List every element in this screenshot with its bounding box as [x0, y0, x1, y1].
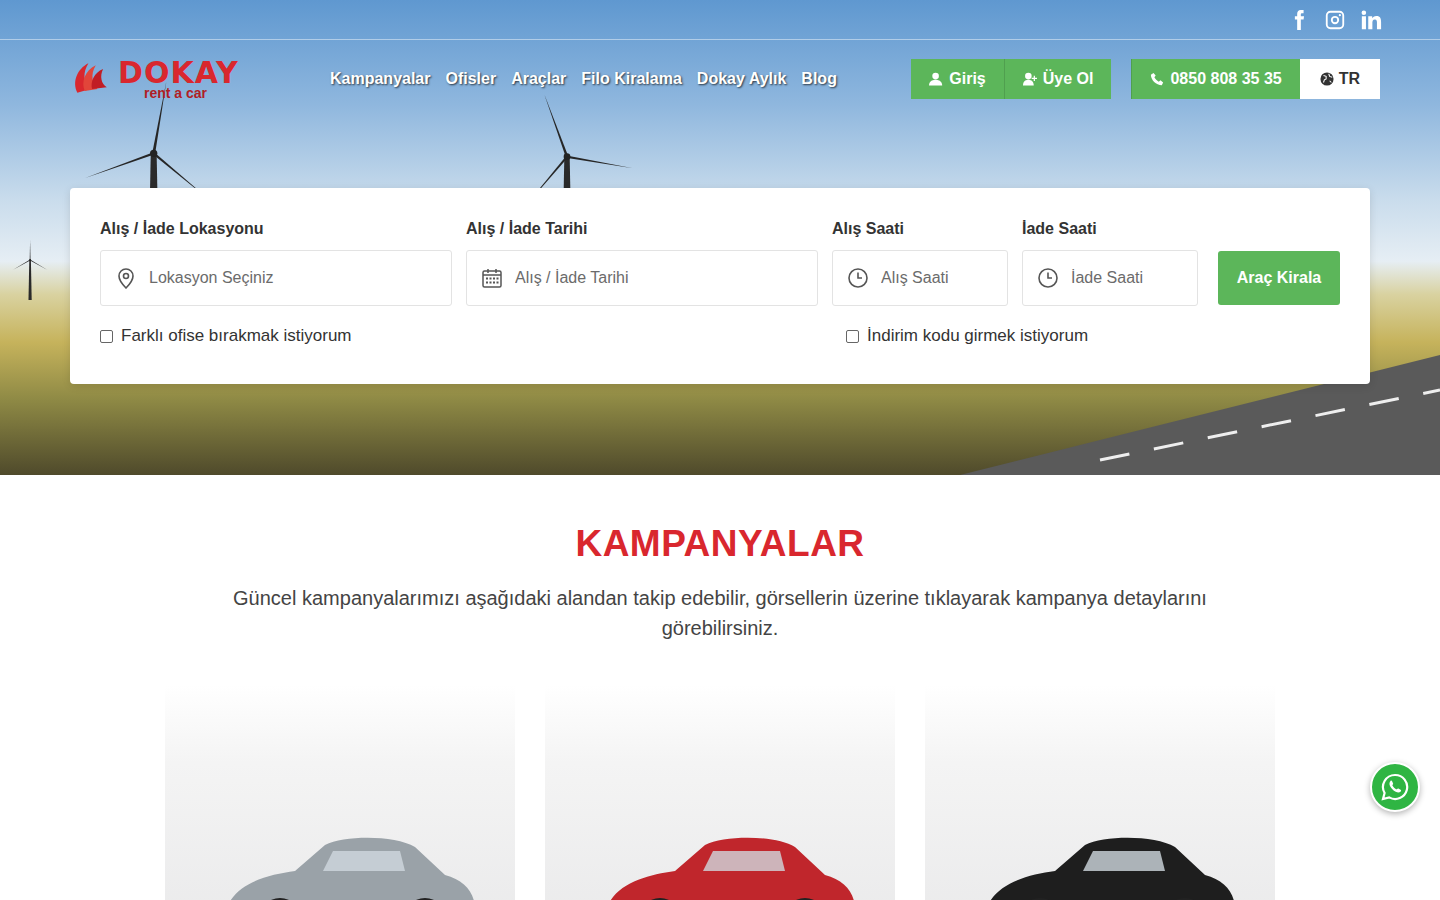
- field-label: Alış / İade Tarihi: [466, 220, 818, 238]
- button-label: Üye Ol: [1043, 70, 1094, 88]
- globe-icon: [1320, 72, 1334, 86]
- location-pin-icon: [115, 267, 137, 289]
- car-photo-icon: [965, 805, 1245, 900]
- main-nav: DOKAYrent a car Kampanyalar Ofisler Araçlar…: [0, 40, 1440, 118]
- field-input-box[interactable]: [100, 250, 452, 306]
- campaign-banner[interactable]: [165, 685, 515, 900]
- campaign-cards: [0, 685, 1440, 900]
- menu: Kampanyalar Ofisler Araçlar Filo Kiralama Do…: [330, 70, 837, 88]
- field-input-box[interactable]: [466, 250, 818, 306]
- whatsapp-icon: [1380, 772, 1410, 802]
- logo[interactable]: DOKAYrent a car: [70, 56, 300, 102]
- logo-name: DOKAY: [118, 58, 239, 88]
- nav-link[interactable]: Filo Kiralama: [581, 70, 681, 88]
- option-label: Farklı ofise bırakmak istiyorum: [121, 326, 352, 346]
- field-label: Alış Saati: [832, 220, 1008, 238]
- section-description: Güncel kampanyalarımızı aşağıdaki alanda…: [190, 583, 1250, 643]
- field-label: Alış / İade Lokasyonu: [100, 220, 452, 238]
- date-input[interactable]: [513, 268, 803, 288]
- car-photo-icon: [205, 805, 485, 900]
- search-field: Alış / İade Tarihi: [466, 220, 818, 306]
- time-input[interactable]: [1069, 268, 1183, 288]
- phone-number: 0850 808 35 35: [1170, 70, 1281, 88]
- field-label: İade Saati: [1022, 220, 1198, 238]
- nav-link[interactable]: Dokay Aylık: [697, 70, 787, 88]
- instagram-icon[interactable]: [1324, 9, 1346, 31]
- option-checkbox-row[interactable]: Farklı ofise bırakmak istiyorum: [100, 326, 832, 346]
- dokay-logo-icon: [70, 56, 116, 102]
- hero: DOKAYrent a car Kampanyalar Ofisler Araçlar…: [0, 0, 1440, 475]
- checkbox[interactable]: [846, 330, 859, 343]
- car-photo-icon: [585, 805, 865, 900]
- calendar-icon: [481, 267, 503, 289]
- whatsapp-button[interactable]: [1370, 762, 1420, 812]
- clock-icon: [1037, 267, 1059, 289]
- language-label: TR: [1339, 70, 1360, 88]
- search-field: Alış / İade Lokasyonu: [100, 220, 452, 306]
- search-field: Alış Saati: [832, 220, 1008, 306]
- phone-button[interactable]: 0850 808 35 35: [1131, 59, 1299, 99]
- nav-link[interactable]: Araçlar: [511, 70, 566, 88]
- linkedin-icon[interactable]: [1360, 9, 1382, 31]
- button-label: Giriş: [949, 70, 985, 88]
- logo-tagline: rent a car: [144, 86, 239, 100]
- wind-turbine-icon: [10, 240, 50, 300]
- search-field: İade Saati: [1022, 220, 1198, 306]
- user-plus-icon: [1023, 72, 1037, 86]
- time-input[interactable]: [879, 268, 993, 288]
- social-bar: [0, 0, 1440, 40]
- location-input[interactable]: [147, 268, 437, 288]
- campaign-banner[interactable]: [545, 685, 895, 900]
- option-checkbox-row[interactable]: İndirim kodu girmek istiyorum: [832, 326, 1340, 346]
- nav-link[interactable]: Ofisler: [446, 70, 497, 88]
- checkbox[interactable]: [100, 330, 113, 343]
- campaigns-section: KAMPANYALAR Güncel kampanyalarımızı aşağı…: [0, 475, 1440, 900]
- field-input-box[interactable]: [832, 250, 1008, 306]
- clock-icon: [847, 267, 869, 289]
- rent-car-button[interactable]: Araç Kirala: [1218, 251, 1340, 305]
- search-form: Alış / İade Lokasyonu Alış / İade Tarihi A…: [70, 188, 1370, 384]
- user-icon: [929, 72, 943, 86]
- nav-link[interactable]: Kampanyalar: [330, 70, 431, 88]
- register-button[interactable]: Üye Ol: [1004, 59, 1112, 99]
- login-button[interactable]: Giriş: [911, 59, 1003, 99]
- field-input-box[interactable]: [1022, 250, 1198, 306]
- header-buttons: Giriş Üye Ol 0850 808 35 35 TR: [911, 59, 1380, 99]
- facebook-icon[interactable]: [1288, 9, 1310, 31]
- option-label: İndirim kodu girmek istiyorum: [867, 326, 1088, 346]
- campaign-banner[interactable]: [925, 685, 1275, 900]
- language-button[interactable]: TR: [1300, 59, 1380, 99]
- phone-icon: [1150, 72, 1164, 86]
- nav-link[interactable]: Blog: [801, 70, 837, 88]
- section-title: KAMPANYALAR: [0, 523, 1440, 565]
